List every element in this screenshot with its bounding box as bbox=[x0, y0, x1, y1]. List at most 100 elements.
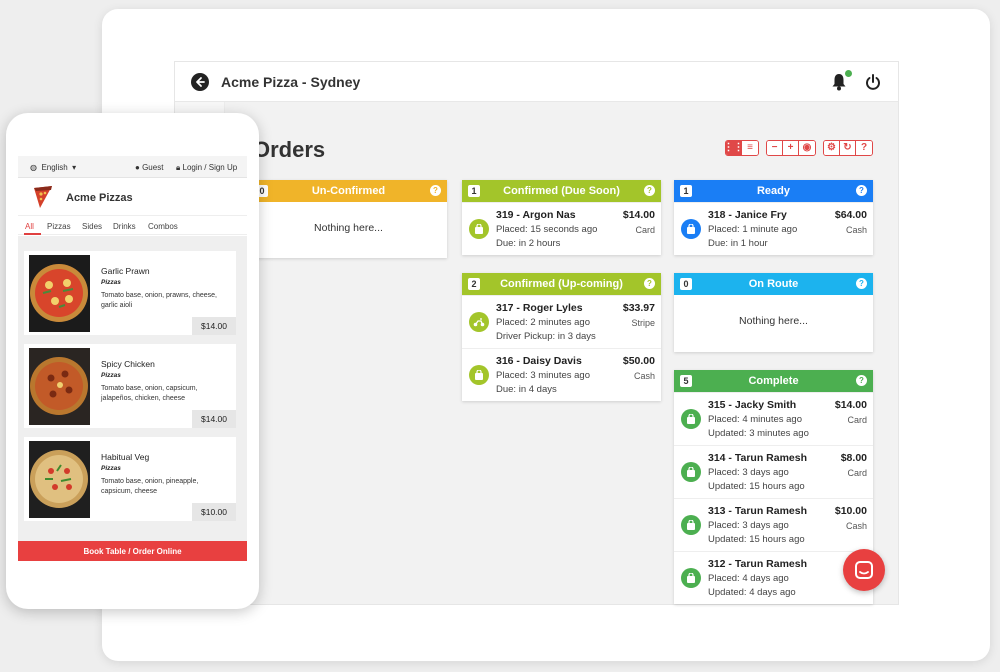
column-title: Confirmed (Up-coming) bbox=[500, 278, 623, 290]
login-label: Login / Sign Up bbox=[182, 163, 238, 172]
order-placed: Placed: 4 days ago bbox=[708, 573, 789, 584]
column-header: 1 Confirmed (Due Soon) ? bbox=[462, 180, 661, 202]
caret-down-icon: ▾ bbox=[72, 163, 77, 172]
order-amount: $8.00 bbox=[840, 452, 867, 464]
order-card[interactable]: 314 - Tarun Ramesh Placed: 3 days ago Up… bbox=[674, 445, 873, 498]
payment-method: Stripe bbox=[631, 318, 655, 328]
help-button[interactable]: ? bbox=[856, 141, 872, 155]
payment-method: Card bbox=[635, 225, 655, 235]
pizza-image bbox=[29, 255, 90, 332]
order-name: 315 - Jacky Smith bbox=[708, 399, 797, 411]
tab-drinks[interactable]: Drinks bbox=[113, 222, 136, 231]
grid-view-button[interactable]: ⋮⋮ bbox=[726, 141, 744, 155]
count-badge: 2 bbox=[468, 278, 480, 290]
list-view-button[interactable]: ≡ bbox=[742, 141, 758, 155]
help-icon[interactable]: ? bbox=[430, 185, 441, 196]
help-icon[interactable]: ? bbox=[856, 185, 867, 196]
order-amount: $14.00 bbox=[622, 209, 655, 221]
column-title: Ready bbox=[756, 185, 791, 197]
login-link[interactable]: 🔒︎ Login / Sign Up bbox=[176, 163, 237, 173]
tab-pizzas[interactable]: Pizzas bbox=[47, 222, 71, 231]
top-bar: Acme Pizza - Sydney bbox=[175, 62, 898, 102]
order-card[interactable]: 313 - Tarun Ramesh Placed: 3 days ago Up… bbox=[674, 498, 873, 551]
refresh-button[interactable]: ↻ bbox=[840, 141, 856, 155]
guest-label: Guest bbox=[142, 163, 164, 172]
menu-item[interactable]: Spicy Chicken Pizzas Tomato base, onion,… bbox=[24, 344, 236, 428]
item-name: Garlic Prawn bbox=[101, 266, 150, 276]
item-name: Spicy Chicken bbox=[101, 359, 155, 369]
order-name: 313 - Tarun Ramesh bbox=[708, 505, 808, 517]
order-card[interactable]: 317 - Roger Lyles Placed: 2 minutes ago … bbox=[462, 295, 661, 348]
column-confirmed-due-soon: 1 Confirmed (Due Soon) ? 319 - Argon Nas… bbox=[462, 180, 661, 255]
help-icon[interactable]: ? bbox=[644, 185, 655, 196]
column-title: Confirmed (Due Soon) bbox=[503, 185, 620, 197]
view-eye-button[interactable]: ◉ bbox=[799, 141, 815, 155]
order-name: 314 - Tarun Ramesh bbox=[708, 452, 808, 464]
column-header: 0 On Route ? bbox=[674, 273, 873, 295]
order-name: 312 - Tarun Ramesh bbox=[708, 558, 808, 570]
lock-icon: 🔒︎ bbox=[176, 163, 181, 172]
order-card[interactable]: 312 - Tarun Ramesh Placed: 4 days ago Up… bbox=[674, 551, 873, 604]
category-tabs: All Pizzas Sides Drinks Combos bbox=[18, 215, 247, 235]
chat-icon bbox=[855, 561, 873, 579]
tab-sides[interactable]: Sides bbox=[82, 222, 102, 231]
menu-item[interactable]: Garlic Prawn Pizzas Tomato base, onion, … bbox=[24, 251, 236, 335]
active-tab-indicator bbox=[24, 233, 41, 235]
book-order-button[interactable]: Book Table / Order Online bbox=[18, 541, 247, 561]
item-category: Pizzas bbox=[101, 372, 121, 379]
item-name: Habitual Veg bbox=[101, 452, 150, 462]
bell-icon[interactable] bbox=[831, 73, 847, 91]
chat-button[interactable] bbox=[843, 549, 885, 591]
payment-method: Cash bbox=[845, 521, 867, 531]
settings-gear-button[interactable]: ⚙ bbox=[824, 141, 840, 155]
order-due: Driver Pickup: in 3 days bbox=[496, 331, 596, 342]
zoom-group: − + ◉ bbox=[766, 140, 816, 156]
tab-combos[interactable]: Combos bbox=[148, 222, 178, 231]
order-placed: Placed: 4 minutes ago bbox=[708, 414, 803, 425]
empty-message: Nothing here... bbox=[314, 222, 383, 234]
order-name: 317 - Roger Lyles bbox=[496, 302, 583, 314]
zoom-out-button[interactable]: − bbox=[767, 141, 783, 155]
column-on-route: 0 On Route ? Nothing here... bbox=[674, 273, 873, 352]
order-card[interactable]: 319 - Argon Nas Placed: 15 seconds ago D… bbox=[462, 202, 661, 255]
menu-item[interactable]: Habitual Veg Pizzas Tomato base, onion, … bbox=[24, 437, 236, 521]
globe-icon: ◍ bbox=[30, 163, 37, 172]
order-amount: $14.00 bbox=[834, 399, 867, 411]
item-description: Tomato base, onion, pineapple, capsicum,… bbox=[101, 478, 199, 495]
menu-list: Garlic Prawn Pizzas Tomato base, onion, … bbox=[18, 236, 247, 561]
item-description: Tomato base, onion, prawns, cheese, garl… bbox=[101, 292, 217, 309]
column-title: On Route bbox=[748, 278, 799, 290]
item-price: $10.00 bbox=[192, 503, 236, 521]
language-label: English bbox=[41, 163, 68, 172]
brand-name: Acme Pizzas bbox=[66, 192, 133, 204]
page-title: Orders bbox=[253, 137, 326, 162]
power-icon[interactable] bbox=[865, 73, 881, 91]
zoom-in-button[interactable]: + bbox=[783, 141, 799, 155]
payment-method: Cash bbox=[633, 371, 655, 381]
order-card[interactable]: 315 - Jacky Smith Placed: 4 minutes ago … bbox=[674, 392, 873, 445]
item-price: $14.00 bbox=[192, 410, 236, 428]
pizza-image bbox=[29, 441, 90, 518]
payment-method: Card bbox=[847, 415, 867, 425]
user-icon: ● bbox=[135, 163, 140, 172]
shopping-bag-icon bbox=[681, 409, 701, 429]
help-icon[interactable]: ? bbox=[856, 278, 867, 289]
column-ready: 1 Ready ? 318 - Janice Fry Placed: 1 min… bbox=[674, 180, 873, 255]
back-arrow-icon[interactable] bbox=[191, 73, 209, 91]
order-name: 319 - Argon Nas bbox=[496, 209, 576, 221]
order-amount: $10.00 bbox=[834, 505, 867, 517]
order-placed: Placed: 3 minutes ago bbox=[496, 370, 591, 381]
scooter-icon bbox=[469, 312, 489, 332]
tab-all[interactable]: All bbox=[25, 222, 34, 231]
item-category: Pizzas bbox=[101, 465, 121, 472]
order-card[interactable]: 316 - Daisy Davis Placed: 3 minutes ago … bbox=[462, 348, 661, 401]
help-icon[interactable]: ? bbox=[856, 375, 867, 386]
order-placed: Placed: 2 minutes ago bbox=[496, 317, 591, 328]
language-selector[interactable]: ◍ English ▾ bbox=[30, 163, 76, 172]
column-header: 5 Complete ? bbox=[674, 370, 873, 392]
order-due: Due: in 2 hours bbox=[496, 238, 561, 249]
column-confirmed-upcoming: 2 Confirmed (Up-coming) ? 317 - Roger Ly… bbox=[462, 273, 661, 401]
help-icon[interactable]: ? bbox=[644, 278, 655, 289]
pizza-image bbox=[29, 348, 90, 425]
order-card[interactable]: 318 - Janice Fry Placed: 1 minute ago Du… bbox=[674, 202, 873, 255]
